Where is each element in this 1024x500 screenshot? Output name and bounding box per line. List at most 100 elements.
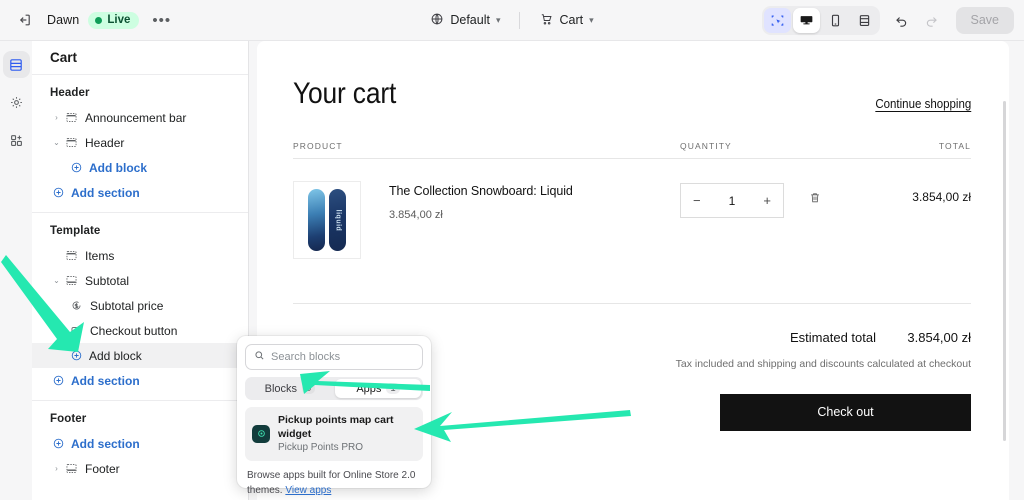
block-icon <box>63 462 80 475</box>
app-block-item[interactable]: Pickup points map cart widget Pickup Poi… <box>245 407 423 461</box>
toolbar-divider <box>519 11 521 29</box>
quantity-increment-button[interactable]: + <box>763 193 771 208</box>
column-header-total: TOTAL <box>938 141 971 151</box>
sidebar-item-checkout-button[interactable]: Checkout button <box>32 318 248 343</box>
search-blocks-field[interactable] <box>245 344 423 370</box>
quantity-value[interactable]: 1 <box>729 194 736 208</box>
sidebar-item-add-section[interactable]: Add section <box>32 431 248 456</box>
sidebar-item-label: Add block <box>89 348 142 363</box>
continue-shopping-link[interactable]: Continue shopping <box>875 97 971 111</box>
page-selector-label: Default <box>450 13 490 27</box>
sidebar-item-label: Announcement bar <box>85 110 187 125</box>
view-apps-link[interactable]: View apps <box>285 485 331 496</box>
cart-line-item: liquid The Collection Snowboard: Liquid … <box>293 159 971 259</box>
globe-icon <box>430 12 444 29</box>
apps-grid-icon[interactable] <box>3 127 30 154</box>
chevron-right-icon[interactable]: › <box>50 113 63 122</box>
app-block-name: Pickup points map cart widget <box>278 414 394 441</box>
sections-sidebar: Cart Header › Announcement bar ⌄ Header Ad… <box>32 41 249 500</box>
search-input[interactable] <box>271 351 414 363</box>
column-header-quantity: QUANTITY <box>680 141 732 151</box>
sidebar-group-template: Template Items ⌄ Subtotal Subtotal price … <box>32 213 248 401</box>
sidebar-item-label: Add section <box>71 185 140 200</box>
fullscreen-icon[interactable] <box>851 8 878 33</box>
sidebar-item-announcement-bar[interactable]: › Announcement bar <box>32 105 248 130</box>
popover-footer: Browse apps built for Online Store 2.0 t… <box>245 468 423 498</box>
snowboard-image-right: liquid <box>329 189 346 251</box>
sidebar-item-label: Add section <box>71 373 140 388</box>
app-block-text: Pickup points map cart widget Pickup Poi… <box>278 413 416 455</box>
estimated-total-value: 3.854,00 zł <box>907 330 971 345</box>
search-icon <box>254 348 265 366</box>
inspector-icon[interactable] <box>763 7 791 33</box>
cart-divider <box>293 303 971 304</box>
quantity-stepper[interactable]: − 1 + <box>680 183 784 218</box>
sidebar-group-title: Template <box>50 225 101 237</box>
template-selector-label: Cart <box>559 13 584 27</box>
sidebar-group-title: Header <box>50 87 90 99</box>
checkout-button[interactable]: Check out <box>720 393 971 431</box>
sidebar-item-add-section[interactable]: Add section <box>32 180 248 205</box>
product-info: The Collection Snowboard: Liquid 3.854,0… <box>361 181 680 221</box>
sidebar-item-label: Header <box>85 135 125 150</box>
sidebar-item-label: Add block <box>89 160 148 175</box>
sidebar-item-subtotal[interactable]: ⌄ Subtotal <box>32 268 248 293</box>
chevron-down-icon[interactable]: ⌄ <box>50 138 63 147</box>
settings-gear-icon[interactable] <box>3 89 30 116</box>
pickup-point-app-icon <box>252 424 270 443</box>
theme-editor-root: Dawn Live ••• Default ▾ Cart ▾ Save Cart… <box>0 0 1024 500</box>
icon-rail <box>0 41 32 500</box>
preview-scrollbar[interactable] <box>1003 101 1006 441</box>
cart-table-header: PRODUCT QUANTITY TOTAL <box>293 141 971 159</box>
quantity-decrement-button[interactable]: − <box>693 193 701 208</box>
tab-blocks-count: 0 <box>302 383 316 394</box>
tab-blocks[interactable]: Blocks 0 <box>247 379 333 398</box>
page-selector[interactable]: Default ▾ <box>422 8 508 33</box>
sidebar-group-footer: Footer Add section › Footer <box>32 401 248 488</box>
chevron-down-icon: ▾ <box>589 14 594 25</box>
sidebar-item-label: Add section <box>71 436 140 451</box>
product-name[interactable]: The Collection Snowboard: Liquid <box>389 184 680 198</box>
quantity-area: − 1 + <box>680 181 875 218</box>
block-icon <box>63 274 80 287</box>
undo-button[interactable] <box>888 6 916 34</box>
cart-header: Your cart Continue shopping <box>293 77 971 111</box>
sidebar-item-header[interactable]: ⌄ Header <box>32 130 248 155</box>
popover-tabs: Blocks 0 Apps 1 <box>245 377 423 400</box>
section-icon <box>63 136 80 149</box>
plus-circle-icon <box>50 186 66 199</box>
sidebar-item-subtotal-price[interactable]: Subtotal price <box>32 293 248 318</box>
button-icon <box>68 324 85 337</box>
trash-icon[interactable] <box>808 191 822 210</box>
section-icon <box>63 249 80 262</box>
mobile-icon[interactable] <box>822 8 849 33</box>
sidebar-group-title: Footer <box>50 413 87 425</box>
save-button[interactable]: Save <box>955 6 1014 34</box>
sidebar-item-label: Checkout button <box>90 323 178 338</box>
tab-apps[interactable]: Apps 1 <box>335 379 421 398</box>
plus-circle-icon <box>68 349 84 362</box>
top-toolbar: Dawn Live ••• Default ▾ Cart ▾ Save <box>0 0 1024 41</box>
plus-circle-icon <box>68 161 84 174</box>
cart-icon <box>539 12 553 29</box>
snowboard-image-left <box>308 189 325 251</box>
desktop-icon[interactable] <box>792 7 820 33</box>
product-unit-price: 3.854,00 zł <box>389 209 443 221</box>
sidebar-item-add-block[interactable]: Add block <box>32 155 248 180</box>
plus-circle-icon <box>50 437 66 450</box>
estimated-total-label: Estimated total <box>790 330 876 345</box>
sidebar-item-add-block[interactable]: Add block <box>32 343 248 368</box>
product-thumbnail[interactable]: liquid <box>293 181 361 259</box>
sidebar-item-items[interactable]: Items <box>32 243 248 268</box>
redo-button[interactable] <box>918 6 946 34</box>
chevron-down-icon[interactable]: ⌄ <box>50 276 63 285</box>
template-selector[interactable]: Cart ▾ <box>531 8 601 33</box>
sections-icon[interactable] <box>2 51 30 78</box>
sidebar-item-footer[interactable]: › Footer <box>32 456 248 481</box>
tab-apps-count: 1 <box>386 383 400 394</box>
chevron-right-icon[interactable]: › <box>50 464 63 473</box>
plus-circle-icon <box>50 374 66 387</box>
line-item-total: 3.854,00 zł <box>912 190 971 204</box>
sidebar-groups: Header › Announcement bar ⌄ Header Add blo… <box>32 75 248 488</box>
sidebar-item-add-section[interactable]: Add section <box>32 368 248 393</box>
